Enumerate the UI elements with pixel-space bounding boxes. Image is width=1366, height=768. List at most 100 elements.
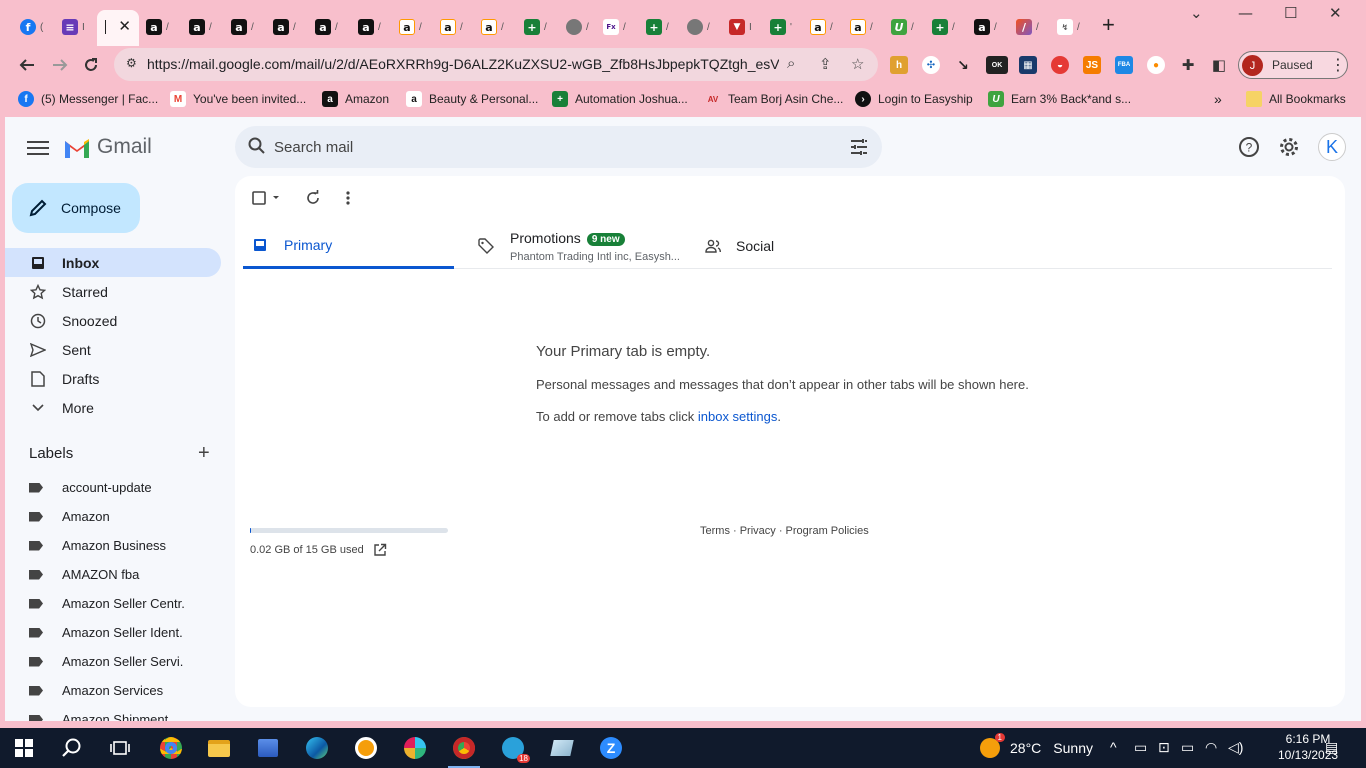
minimize-button[interactable]: — — [1238, 4, 1253, 22]
tab-amazon-6[interactable]: a / — [358, 14, 394, 40]
bookmark-messenger[interactable]: f (5) Messenger | Fac... — [18, 91, 158, 107]
bookmark-amazon[interactable]: a Amazon — [322, 91, 389, 107]
show-hidden-icons-icon[interactable]: ^ — [1110, 739, 1117, 755]
slack-icon[interactable] — [403, 736, 427, 760]
tab-globe-1[interactable]: / — [566, 14, 602, 40]
bookmark-team-borj[interactable]: AV Team Borj Asin Che... — [705, 91, 844, 107]
nav-sent[interactable]: Sent — [5, 335, 221, 364]
tab-gmail-active[interactable]: ✕ — [97, 10, 139, 46]
tab-amazon-2[interactable]: a / — [189, 14, 225, 40]
tab-promotions[interactable]: Promotions 9 new Phantom Trading Intl inc… — [478, 223, 680, 269]
forward-button[interactable] — [47, 52, 73, 78]
tab-forms[interactable]: ≡ I — [62, 14, 98, 40]
label-item[interactable]: Amazon Seller Ident. — [29, 618, 229, 647]
telegram-icon[interactable]: 18 — [501, 736, 530, 763]
task-view-icon[interactable] — [108, 736, 132, 760]
all-bookmarks[interactable]: All Bookmarks — [1246, 91, 1346, 107]
edge-icon[interactable] — [305, 736, 329, 760]
bookmark-star-icon[interactable]: ☆ — [851, 55, 864, 73]
weather-widget[interactable]: 1 28°C Sunny — [980, 733, 1093, 758]
settings-gear-icon[interactable] — [1278, 136, 1300, 158]
extension-ok-icon[interactable]: OK — [986, 56, 1008, 74]
new-tab-button[interactable]: + — [1102, 14, 1115, 36]
main-menu-icon[interactable] — [27, 137, 49, 159]
display-icon[interactable]: ⊡ — [1158, 739, 1170, 756]
tab-sheets-4[interactable]: + / — [932, 14, 968, 40]
meet-now-icon[interactable]: ▭ — [1134, 739, 1147, 756]
brave-vpn-icon[interactable] — [354, 736, 378, 760]
tab-sheets-2[interactable]: + / — [646, 14, 682, 40]
label-item[interactable]: Amazon Seller Servi. — [29, 647, 229, 676]
tab-vpn[interactable]: ▼ I — [729, 14, 765, 40]
label-item[interactable]: AMAZON fba — [29, 560, 229, 589]
label-item[interactable]: Amazon Services — [29, 676, 229, 705]
tab-primary[interactable]: Primary — [243, 223, 454, 269]
tab-amazon-smile-4[interactable]: a / — [810, 14, 846, 40]
nav-starred[interactable]: Starred — [5, 277, 221, 306]
tab-amazon-4[interactable]: a / — [273, 14, 309, 40]
extension-orange-icon[interactable]: ● — [1147, 56, 1165, 74]
search-input[interactable] — [274, 136, 834, 158]
tab-sheets-1[interactable]: + / — [524, 14, 560, 40]
tab-amazon-1[interactable]: a / — [146, 14, 182, 40]
bookmark-gmail-invite[interactable]: M You've been invited... — [170, 91, 306, 107]
search-bar[interactable] — [235, 126, 882, 168]
bookmark-beauty[interactable]: a Beauty & Personal... — [406, 91, 538, 107]
refresh-icon[interactable] — [305, 190, 321, 206]
tab-chart[interactable]: ↯ / — [1057, 14, 1093, 40]
extensions-puzzle-icon[interactable]: ✚ — [1179, 56, 1197, 74]
footer-links[interactable]: Terms · Privacy · Program Policies — [700, 525, 869, 537]
more-actions-icon[interactable] — [345, 190, 351, 206]
extension-pokeball-icon[interactable]: ◒ — [1051, 56, 1069, 74]
tab-amazon-5[interactable]: a / — [315, 14, 351, 40]
zoom-app-icon[interactable]: Z — [599, 736, 623, 760]
zoom-search-icon[interactable]: ⌕ — [787, 55, 795, 72]
volume-icon[interactable]: ◁) — [1228, 739, 1243, 756]
maximize-button[interactable]: ☐ — [1284, 4, 1297, 22]
more-bookmarks-icon[interactable]: » — [1214, 91, 1222, 107]
nav-snoozed[interactable]: Snoozed — [5, 306, 221, 335]
url-text[interactable]: https://mail.google.com/mail/u/2/d/AEoRX… — [147, 56, 779, 72]
close-tab-icon[interactable]: ✕ — [118, 17, 131, 35]
address-bar[interactable]: ⚙ https://mail.google.com/mail/u/2/d/AEo… — [114, 48, 878, 81]
share-icon[interactable]: ⇪ — [819, 55, 832, 73]
search-icon[interactable] — [247, 136, 267, 156]
account-avatar[interactable]: K — [1318, 133, 1346, 161]
tab-search-icon[interactable]: ⌄ — [1190, 4, 1203, 22]
browser-menu-icon[interactable]: ⋮ — [1330, 55, 1346, 75]
extension-honey-icon[interactable]: h — [890, 56, 908, 74]
add-label-icon[interactable]: + — [198, 443, 210, 463]
site-info-icon[interactable]: ⚙ — [126, 56, 137, 70]
select-all-checkbox[interactable] — [251, 190, 283, 206]
nav-more[interactable]: More — [5, 393, 221, 422]
control-panel-icon[interactable] — [256, 736, 280, 760]
tab-amazon-smile-3[interactable]: a / — [481, 14, 517, 40]
tab-amazon-smile-2[interactable]: a / — [440, 14, 476, 40]
notification-center-icon[interactable]: ▤ — [1325, 739, 1338, 756]
wifi-icon[interactable]: ◠ — [1205, 739, 1217, 756]
gmail-logo[interactable]: Gmail — [63, 135, 152, 159]
tab-amazon-3[interactable]: a / — [231, 14, 267, 40]
chrome-profile-icon[interactable] — [448, 736, 480, 768]
search-icon[interactable] — [60, 736, 84, 760]
label-item[interactable]: Amazon Shipment — [29, 705, 229, 721]
inbox-settings-link[interactable]: inbox settings — [698, 409, 778, 424]
label-item[interactable]: Amazon Seller Centr. — [29, 589, 229, 618]
tab-amazon-smile-1[interactable]: a / — [399, 14, 435, 40]
back-button[interactable] — [14, 52, 40, 78]
nav-inbox[interactable]: Inbox — [5, 248, 221, 277]
windows-start-icon[interactable] — [12, 736, 36, 760]
tab-fedex[interactable]: Fx / — [603, 14, 639, 40]
open-external-icon[interactable] — [373, 543, 387, 557]
nav-drafts[interactable]: Drafts — [5, 364, 221, 393]
reload-button[interactable] — [78, 52, 104, 78]
extension-target-icon[interactable]: ✣ — [922, 56, 940, 74]
extension-fba-icon[interactable]: FBA — [1115, 56, 1133, 74]
side-panel-icon[interactable]: ◧ — [1210, 56, 1228, 74]
help-icon[interactable]: ? — [1238, 136, 1260, 158]
extension-js-icon[interactable]: JS — [1083, 56, 1101, 74]
bookmark-automation[interactable]: + Automation Joshua... — [552, 91, 688, 107]
tab-topcashback[interactable]: U / — [891, 14, 927, 40]
bookmark-topcashback[interactable]: U Earn 3% Back*and s... — [988, 91, 1131, 107]
label-item[interactable]: Amazon Business — [29, 531, 229, 560]
